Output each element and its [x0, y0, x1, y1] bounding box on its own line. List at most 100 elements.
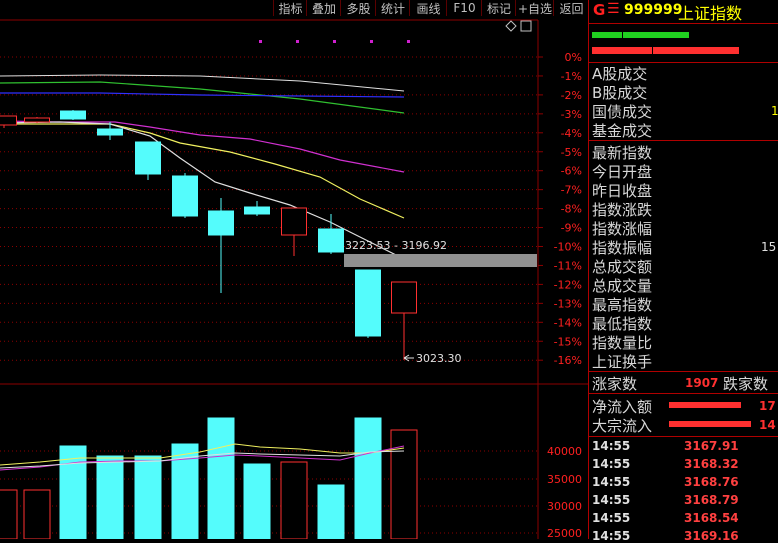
volume-bar[interactable] [243, 463, 271, 539]
bond-turnover-value: 1 [771, 104, 778, 118]
toolbar-indicator-button[interactable]: 指标 [273, 0, 307, 16]
candle-body[interactable] [172, 175, 198, 217]
total-amount-label: 总成交额 [592, 258, 653, 276]
ma-line-green [0, 81, 405, 114]
kline-svg[interactable]: 0% -1% -2% -3% -4% -5% -6% -7% -8% -9% -10% -11% -12… [0, 0, 588, 539]
toolbar-mark-button[interactable]: 标记 [481, 0, 516, 16]
tick-price: 3168.79 [684, 493, 739, 507]
candle-body[interactable] [355, 269, 381, 337]
toolbar-draw-button[interactable]: 画线 [409, 0, 447, 16]
volume-bar[interactable] [207, 417, 235, 539]
tick-time: 14:55 [592, 511, 631, 525]
toolbar-overlay-button[interactable]: 叠加 [306, 0, 341, 16]
pct-axis-label: -3% [561, 108, 582, 121]
high-index-label: 最高指数 [592, 296, 653, 314]
divider [589, 393, 778, 394]
low-index-label: 最低指数 [592, 315, 653, 333]
pct-axis-label: -14% [554, 316, 582, 329]
rise-count-value: 1907 [685, 376, 719, 390]
candle-body[interactable] [244, 206, 270, 215]
index-amplitude-value: 15 [761, 240, 777, 254]
candle-body[interactable] [208, 210, 234, 236]
total-volume-label: 总成交量 [592, 277, 653, 295]
divider [589, 371, 778, 372]
pct-axis-label: -10% [554, 241, 582, 254]
g-label[interactable]: G [593, 1, 605, 19]
pct-axis-label: 0% [565, 51, 582, 64]
volume-bar[interactable] [0, 489, 18, 539]
fund-turnover-label: 基金成交 [592, 122, 653, 140]
stock-code: 999999 [624, 2, 683, 18]
latest-index-label: 最新指数 [592, 144, 653, 162]
window-box-icon[interactable] [520, 20, 532, 32]
tick-price: 3167.91 [684, 439, 739, 453]
volume-axis-label: 25000 [547, 527, 582, 539]
volume-bar[interactable] [354, 417, 382, 539]
signal-marker [407, 40, 410, 43]
candle-body[interactable] [0, 115, 17, 126]
volume-axis-label: 35000 [547, 473, 582, 486]
menu-icon[interactable]: ☰ [607, 1, 620, 17]
block-inflow-value: 14 [759, 418, 776, 432]
index-change-label: 指数涨跌 [592, 201, 653, 219]
candle-body[interactable] [135, 141, 161, 175]
index-amplitude-label: 指数振幅 [592, 239, 653, 257]
signal-marker [296, 40, 299, 43]
pct-axis-label: -1% [561, 70, 582, 83]
pct-axis-label: -9% [561, 222, 582, 235]
toolbar-add-watchlist-button[interactable]: +自选 [515, 0, 554, 16]
block-inflow-label: 大宗流入 [592, 417, 653, 435]
low-annotation: 3023.30 [416, 352, 462, 365]
volume-axis-label: 40000 [547, 445, 582, 458]
candle-body[interactable] [391, 281, 417, 314]
divider [589, 140, 778, 141]
toolbar-f10-button[interactable]: F10 [446, 0, 482, 16]
tick-time: 14:55 [592, 457, 631, 471]
candle-body[interactable] [60, 110, 86, 120]
volume-bar[interactable] [134, 455, 162, 539]
ratio-bar-green [592, 32, 622, 38]
pct-axis-label: -13% [554, 297, 582, 310]
toolbar-multistock-button[interactable]: 多股 [340, 0, 376, 16]
b-share-turnover-label: B股成交 [592, 84, 648, 102]
toolbar-stats-button[interactable]: 统计 [375, 0, 410, 16]
range-annotation: 3223.53 - 3196.92 [345, 239, 447, 252]
volume-bar[interactable] [23, 489, 51, 539]
divider [589, 436, 778, 437]
today-open-label: 今日开盘 [592, 163, 653, 181]
toolbar-back-button[interactable]: 返回 [553, 0, 589, 16]
tick-time: 14:55 [592, 493, 631, 507]
volume-bar[interactable] [96, 455, 124, 539]
tick-price: 3169.16 [684, 529, 739, 543]
ratio-bar-red [592, 47, 652, 54]
info-panel: G ☰ 999999 上证指数 A股成交 B股成交 国债成交 1 基金成交 最新… [588, 0, 778, 543]
pct-axis-label: -12% [554, 278, 582, 291]
candle-body[interactable] [281, 207, 307, 236]
tick-price: 3168.76 [684, 475, 739, 489]
tick-time: 14:55 [592, 475, 631, 489]
candle-body[interactable] [24, 117, 50, 123]
pct-axis-label: -11% [554, 259, 582, 272]
volume-bar[interactable] [280, 461, 308, 539]
candle-body[interactable] [97, 128, 123, 136]
volume-ratio-label: 指数量比 [592, 334, 653, 352]
pct-axis-label: -6% [561, 165, 582, 178]
pct-axis-label: -8% [561, 203, 582, 216]
pct-axis-label: -2% [561, 89, 582, 102]
fall-count-label: 跌家数 [723, 375, 769, 393]
pct-axis-label: -7% [561, 184, 582, 197]
kline-chart[interactable]: 0% -1% -2% -3% -4% -5% -6% -7% -8% -9% -10% -11% -12… [0, 0, 588, 539]
tick-time: 14:55 [592, 439, 631, 453]
a-share-turnover-label: A股成交 [592, 65, 648, 83]
candle-body[interactable] [318, 228, 344, 253]
prev-close-label: 昨日收盘 [592, 182, 653, 200]
tick-time: 14:55 [592, 529, 631, 543]
block-inflow-bar [669, 421, 751, 427]
rise-count-label: 涨家数 [592, 375, 638, 393]
diamond-icon[interactable] [505, 20, 517, 32]
pct-axis-label: -16% [554, 354, 582, 367]
volume-bar[interactable] [317, 484, 345, 539]
ratio-bar-red [653, 47, 739, 54]
volume-axis-label: 30000 [547, 500, 582, 513]
divider [589, 23, 778, 24]
